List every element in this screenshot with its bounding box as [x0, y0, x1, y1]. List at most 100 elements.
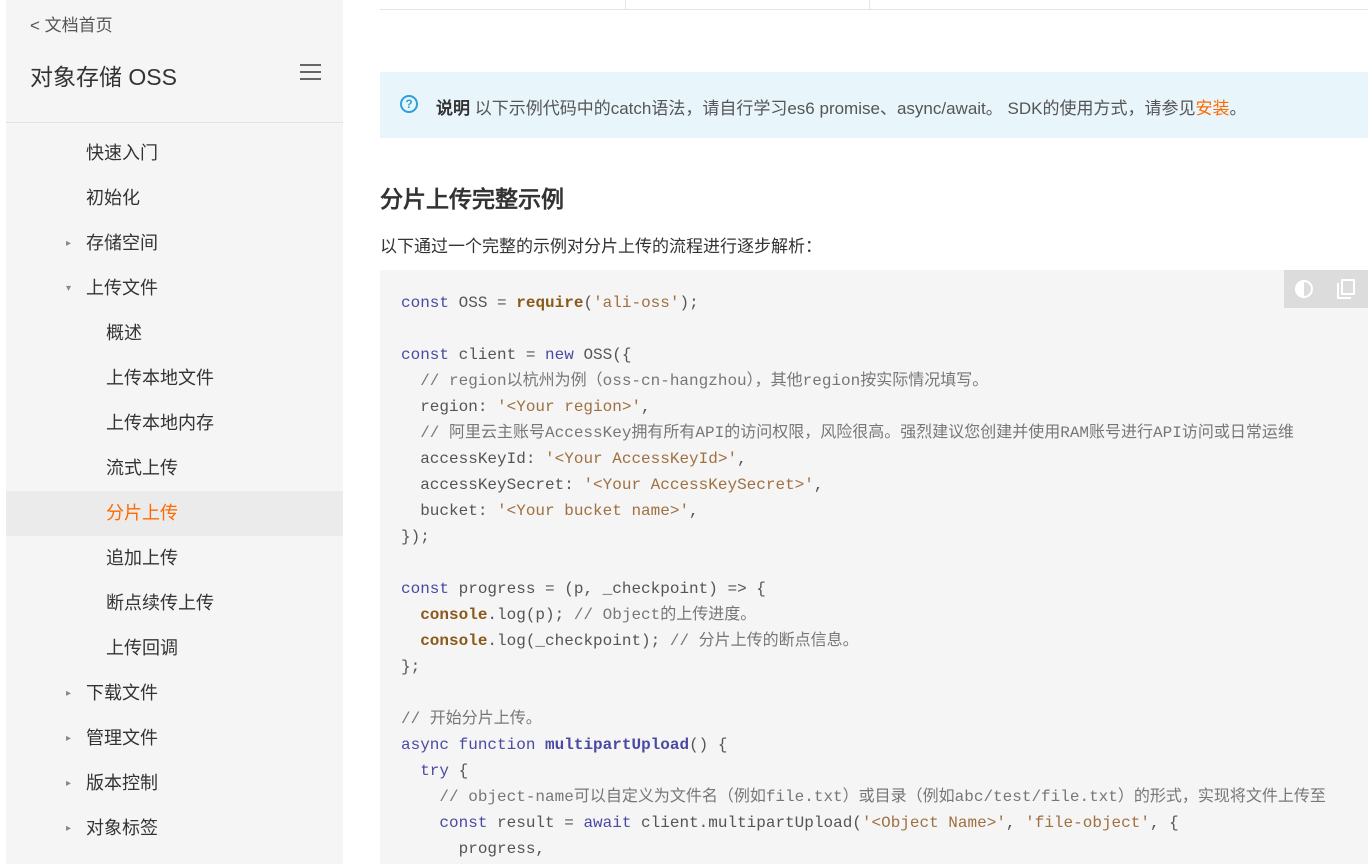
code-token: 'file-object' — [1025, 814, 1150, 832]
sidebar-item[interactable]: ▸ 管理文件 — [6, 716, 343, 761]
sidebar-item[interactable]: 上传本地内存 — [6, 401, 343, 446]
code-token: // 分片上传的断点信息。 — [669, 632, 859, 650]
caret-right-icon[interactable]: ▸ — [66, 761, 76, 806]
sidebar-item-label: 初始化 — [86, 188, 140, 208]
code-token: accessKeyId: — [401, 450, 546, 468]
sidebar-item[interactable]: ▾ 上传文件 — [6, 266, 343, 311]
code-token: , — [1005, 814, 1026, 832]
caret-right-icon[interactable]: ▸ — [66, 221, 76, 266]
note-text: 说明 以下示例代码中的catch语法，请自行学习es6 promise、asyn… — [436, 94, 1246, 119]
caret-right-icon[interactable]: ▸ — [66, 716, 76, 761]
sidebar-item[interactable]: 断点续传上传 — [6, 581, 343, 626]
code-line: accessKeyId: '<Your AccessKeyId>', — [401, 446, 1326, 472]
sidebar-item-label: 分片上传 — [106, 503, 178, 523]
hamburger-menu-icon[interactable] — [300, 64, 321, 80]
sidebar-item-label: 上传本地内存 — [106, 413, 214, 433]
code-token: ( — [583, 294, 594, 312]
install-link[interactable]: 安装 — [1195, 99, 1229, 118]
code-token: const — [439, 814, 488, 832]
code-token: .log(p); — [487, 606, 574, 624]
sidebar-item[interactable]: 上传本地文件 — [6, 356, 343, 401]
sidebar-item[interactable]: 追加上传 — [6, 536, 343, 581]
sidebar-item[interactable]: 分片上传 — [6, 491, 343, 536]
back-to-docs-home-link[interactable]: < 文档首页 — [30, 11, 113, 36]
code-token: '<Object Name>' — [861, 814, 1006, 832]
code-token: '<Your region>' — [497, 398, 642, 416]
sidebar-item[interactable]: ▸ 存储空间 — [6, 221, 343, 266]
code-line: console.log(_checkpoint); // 分片上传的断点信息。 — [401, 628, 1326, 654]
copy-icon[interactable] — [1334, 276, 1360, 302]
code-line: const client = new OSS({ — [401, 342, 1326, 368]
sidebar-item-label: 存储空间 — [86, 233, 158, 253]
code-line: region: '<Your region>', — [401, 394, 1326, 420]
code-line: async function multipartUpload() { — [401, 732, 1326, 758]
sidebar-divider — [6, 122, 343, 123]
code-token: await — [583, 814, 632, 832]
code-token: progress, — [401, 840, 546, 858]
caret-right-icon[interactable]: ▸ — [66, 671, 76, 716]
code-token: , { — [1149, 814, 1179, 832]
code-line: // region以杭州为例（oss-cn-hangzhou），其他region… — [401, 368, 1326, 394]
code-line: }); — [401, 524, 1326, 550]
code-token: multipartUpload — [545, 736, 690, 754]
code-token: { — [449, 762, 469, 780]
sidebar-item[interactable]: 上传回调 — [6, 626, 343, 671]
sidebar-item[interactable]: ▸ 下载文件 — [6, 671, 343, 716]
note-body: 以下示例代码中的catch语法，请自行学习es6 promise、async/a… — [470, 99, 1196, 118]
code-token: try — [420, 762, 450, 780]
code-line: // 开始分片上传。 — [401, 706, 1326, 732]
question-circle-icon: ? — [400, 95, 418, 113]
code-token: // object-name可以自定义为文件名（例如file.txt）或目录（例… — [401, 788, 1326, 806]
code-token: function — [458, 736, 536, 754]
sidebar-item-label: 追加上传 — [106, 548, 178, 568]
section-intro: 以下通过一个完整的示例对分片上传的流程进行逐步解析： — [380, 237, 822, 256]
code-token: .log(_checkpoint); — [487, 632, 670, 650]
code-token: console — [420, 632, 488, 650]
sidebar-item-label: 快速入门 — [86, 143, 158, 163]
code-token: }); — [401, 528, 430, 546]
code-token: const — [401, 294, 450, 312]
code-token: require — [516, 294, 584, 312]
note-suffix: 。 — [1229, 99, 1247, 118]
code-line: bucket: '<Your bucket name>', — [401, 498, 1326, 524]
sidebar-item-label: 断点续传上传 — [106, 593, 214, 613]
code-token: bucket: — [401, 502, 498, 520]
caret-right-icon[interactable]: ▸ — [66, 806, 76, 851]
code-token: '<Your bucket name>' — [497, 502, 690, 520]
code-line: progress, — [401, 836, 1326, 862]
sidebar-item[interactable]: ▸ 版本控制 — [6, 761, 343, 806]
code-token: , — [689, 502, 699, 520]
sidebar-item[interactable]: 流式上传 — [6, 446, 343, 491]
code-token: OSS = — [449, 294, 517, 312]
section-heading: 分片上传完整示例 — [380, 186, 564, 212]
caret-down-icon[interactable]: ▾ — [66, 266, 76, 311]
code-token: region: — [401, 398, 498, 416]
sidebar-item-label: 概述 — [106, 323, 142, 343]
sidebar-item[interactable]: 快速入门 — [6, 131, 343, 176]
sidebar-item-label: 版本控制 — [86, 773, 158, 793]
code-token: () { — [689, 736, 728, 754]
sidebar-item[interactable]: 初始化 — [6, 176, 343, 221]
code-token: ); — [679, 294, 699, 312]
code-token: }; — [401, 658, 421, 676]
sidebar-item-label: 对象标签 — [86, 818, 158, 838]
code-token: // 开始分片上传。 — [401, 710, 542, 728]
sidebar-item-label: 管理文件 — [86, 728, 158, 748]
sidebar-item[interactable]: ▸ 对象标签 — [6, 806, 343, 851]
note-label: 说明 — [436, 99, 470, 118]
code-token: async — [401, 736, 450, 754]
code-token: '<Your AccessKeySecret>' — [583, 476, 814, 494]
table-bottom-edge — [380, 0, 1368, 10]
code-line: // 阿里云主账号AccessKey拥有所有API的访问权限，风险很高。强烈建议… — [401, 420, 1326, 446]
sidebar-item-label: 上传文件 — [86, 278, 158, 298]
sidebar-item-label: 上传本地文件 — [106, 368, 214, 388]
sidebar-item-label: 上传回调 — [106, 638, 178, 658]
sidebar-item[interactable]: 概述 — [6, 311, 343, 356]
code-line: try { — [401, 758, 1326, 784]
